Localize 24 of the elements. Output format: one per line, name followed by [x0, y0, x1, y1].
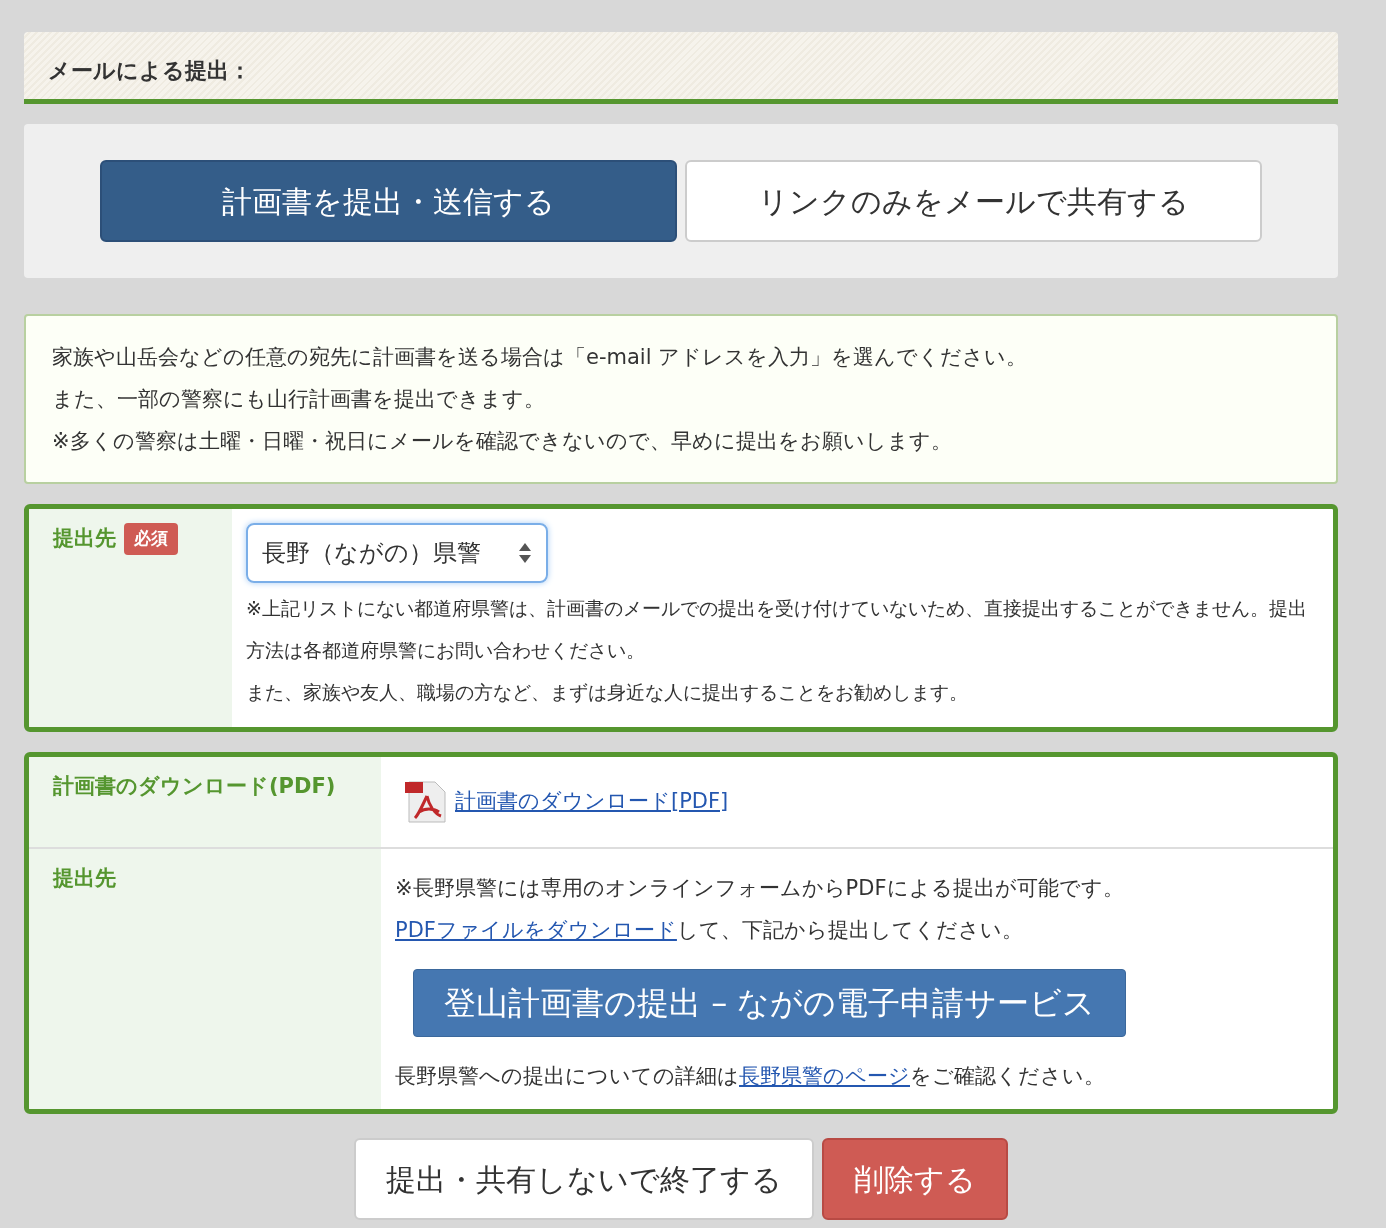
intro-text: ※長野県警には専用のオンラインフォームからPDFによる提出が可能です。: [395, 875, 1125, 902]
mode-tab[interactable]: リンクのみをメールで共有する: [685, 160, 1262, 242]
note-text: ※上記リストにない都道府県警は、計画書のメールでの提出を受け付けていないため、直接提出することができません。提出方法は各都道府県警にお問い合わせください。: [245, 596, 1308, 663]
detail-text: 長野県警への提出についての詳細は長野県警のページ をご確認ください。: [395, 1063, 1106, 1090]
instruction-text: PDFファイルをダウンロード して、下記から提出してください。: [395, 917, 1024, 944]
info-text: ※多くの警察は土曜・日曜・祝日にメールを確認できないので、早めに提出をお願いします。: [52, 428, 953, 455]
finish-button[interactable]: 提出・共有しないで終了する: [354, 1138, 814, 1220]
service-button[interactable]: 登山計画書の提出 – ながの電子申請サービス: [413, 969, 1127, 1037]
pdf-download-link[interactable]: PDFファイルをダウンロード: [395, 918, 677, 942]
destination-select[interactable]: 長野（ながの）県警: [245, 523, 548, 583]
note-text: また、家族や友人、職場の方など、まずは身近な人に提出することをお勧めします。: [245, 680, 969, 705]
field-label: 提出先: [53, 866, 116, 890]
required-badge: 必須: [124, 523, 178, 555]
download-link[interactable]: 計画書のダウンロード[PDF]: [455, 786, 729, 818]
select-arrows-icon: [517, 541, 532, 565]
pdf-file-icon: [405, 780, 447, 824]
police-page-link[interactable]: 長野県警のページ: [739, 1064, 910, 1088]
field-label: 提出先: [53, 525, 116, 552]
section-title: メールによる提出：: [24, 32, 1338, 104]
field-label: 計画書のダウンロード(PDF): [53, 774, 336, 798]
info-text: また、一部の警察にも山行計画書を提出できます。: [52, 386, 546, 413]
info-text: 家族や山岳会などの任意の宛先に計画書を送る場合は「e-mail アドレスを入力」を選んでください。: [52, 344, 1029, 371]
delete-button[interactable]: 削除する: [822, 1138, 1008, 1220]
mode-tab[interactable]: 計画書を提出・送信する: [100, 160, 677, 242]
